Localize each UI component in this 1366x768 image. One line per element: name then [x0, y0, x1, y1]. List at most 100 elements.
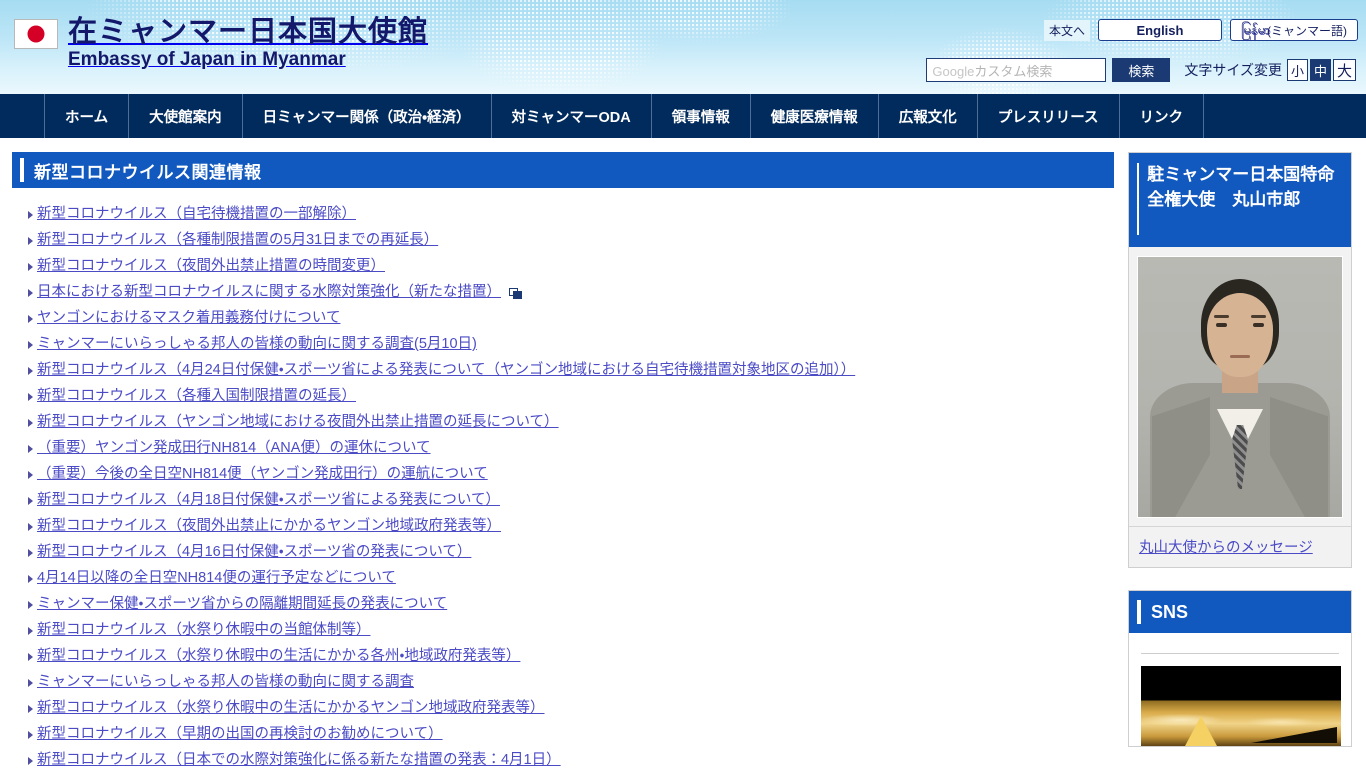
search-placeholder-rest: カスタム検索	[974, 63, 1053, 79]
bullet-arrow-icon	[28, 757, 33, 765]
covid-link[interactable]: 新型コロナウイルス（各種入国制限措置の延長）	[37, 388, 356, 405]
covid-link[interactable]: 新型コロナウイルス（夜間外出禁止措置の時間変更）	[37, 258, 385, 275]
search-bar: Google カスタム検索 検索 文字サイズ変更 小 中 大	[926, 58, 1358, 82]
covid-link[interactable]: 新型コロナウイルス（早期の出国の再検討のお勧めについて）	[37, 726, 443, 743]
list-item: 新型コロナウイルス（4月16日付保健・スポーツ省の発表について）	[0, 540, 1120, 566]
covid-link[interactable]: （重要）今後の全日空NH814便（ヤンゴン発成田行）の運航について	[37, 466, 488, 483]
bullet-arrow-icon	[28, 393, 33, 401]
sidebar: 駐ミャンマー日本国特命全権大使 丸山市郎 丸山大使からのメッセージ SNS	[1128, 138, 1358, 747]
nav-item-press-release[interactable]: プレスリリース	[976, 94, 1119, 138]
font-size-medium-button[interactable]: 中	[1310, 59, 1331, 81]
ambassador-header-accent	[1137, 163, 1140, 235]
ambassador-card-header: 駐ミャンマー日本国特命全権大使 丸山市郎	[1129, 153, 1351, 247]
sns-card-header: SNS	[1129, 591, 1351, 633]
bullet-arrow-icon	[28, 705, 33, 713]
font-size-small-button[interactable]: 小	[1287, 59, 1308, 81]
list-item: 新型コロナウイルス（早期の出国の再検討のお勧めについて）	[0, 722, 1120, 748]
sns-pagoda-photo[interactable]	[1141, 666, 1341, 746]
portrait-face	[1207, 293, 1273, 377]
ambassador-title: 駐ミャンマー日本国特命全権大使 丸山市郎	[1147, 165, 1335, 209]
language-english-button[interactable]: English	[1098, 19, 1222, 41]
list-item: 新型コロナウイルス（夜間外出禁止にかかるヤンゴン地域政府発表等）	[0, 514, 1120, 540]
nav-item-japan-myanmar[interactable]: 日ミャンマー関係（政治・経済）	[241, 94, 491, 138]
list-item: ミャンマーにいらっしゃる邦人の皆様の動向に関する調査	[0, 670, 1120, 696]
site-title-ja: 在ミャンマー日本国大使館	[68, 16, 429, 48]
portrait-brow-left	[1214, 315, 1229, 318]
list-item: 新型コロナウイルス（夜間外出禁止措置の時間変更）	[0, 254, 1120, 280]
covid-link[interactable]: 日本における新型コロナウイルスに関する水際対策強化（新たな措置）	[37, 284, 501, 301]
myanmar-script-glyphs: မြန်မာ မြန်မာ	[1241, 22, 1271, 38]
nav-item-oda[interactable]: 対ミャンマーODA	[490, 94, 651, 138]
portrait-eye-left	[1216, 323, 1227, 327]
list-item: 新型コロナウイルス（各種入国制限措置の延長）	[0, 384, 1120, 410]
covid-link[interactable]: ミャンマー保健・スポーツ省からの隔離期間延長の発表について	[37, 596, 447, 613]
nav-item-consular[interactable]: 領事情報	[650, 94, 750, 138]
nav-item-culture[interactable]: 広報文化	[877, 94, 977, 138]
font-size-label: 文字サイズ変更	[1184, 62, 1282, 78]
covid-link[interactable]: 4月14日以降の全日空NH814便の運行予定などについて	[37, 570, 396, 587]
list-item: 新型コロナウイルス（日本での水際対策強化に係る新たな措置の発表：4月1日）	[0, 748, 1120, 768]
covid-link[interactable]: 新型コロナウイルス（4月16日付保健・スポーツ省の発表について）	[37, 544, 471, 561]
covid-link[interactable]: 新型コロナウイルス（水祭り休暇中の生活にかかる各州・地域政府発表等）	[37, 648, 520, 665]
list-item: ミャンマーにいらっしゃる邦人の皆様の動向に関する調査(5月10日)	[0, 332, 1120, 358]
bullet-arrow-icon	[28, 341, 33, 349]
language-bar: 本文へ English မြန်မာ မြန်မာ (ミャンマー語)	[1043, 19, 1358, 41]
covid-link[interactable]: 新型コロナウイルス（各種制限措置の5月31日までの再延長）	[37, 232, 438, 249]
font-size-control: 文字サイズ変更 小 中 大	[1184, 59, 1358, 81]
covid-link[interactable]: 新型コロナウイルス（4月18日付保健・スポーツ省による発表について）	[37, 492, 500, 509]
bullet-arrow-icon	[28, 653, 33, 661]
ambassador-message-row: 丸山大使からのメッセージ	[1129, 526, 1351, 567]
list-item: 新型コロナウイルス（水祭り休暇中の生活にかかるヤンゴン地域政府発表等）	[0, 696, 1120, 722]
font-size-large-button[interactable]: 大	[1333, 59, 1356, 81]
list-item: ヤンゴンにおけるマスク着用義務付けについて	[0, 306, 1120, 332]
ambassador-message-link[interactable]: 丸山大使からのメッセージ	[1139, 540, 1313, 556]
bullet-arrow-icon	[28, 263, 33, 271]
search-placeholder: Google カスタム検索	[932, 61, 1052, 80]
bullet-arrow-icon	[28, 237, 33, 245]
nav-item-home[interactable]: ホーム	[44, 94, 128, 138]
covid-link[interactable]: 新型コロナウイルス（自宅待機措置の一部解除）	[37, 206, 356, 223]
covid-link[interactable]: 新型コロナウイルス（日本での水際対策強化に係る新たな措置の発表：4月1日）	[37, 752, 561, 768]
nav-item-health-medical[interactable]: 健康医療情報	[749, 94, 878, 138]
bullet-arrow-icon	[28, 471, 33, 479]
bullet-arrow-icon	[28, 523, 33, 531]
bullet-arrow-icon	[28, 679, 33, 687]
page-title: 新型コロナウイルス関連情報	[34, 162, 262, 182]
list-item: 新型コロナウイルス（4月18日付保健・スポーツ省による発表について）	[0, 488, 1120, 514]
list-item: 新型コロナウイルス（4月24日付保健・スポーツ省による発表について（ヤンゴン地域…	[0, 358, 1120, 384]
bullet-arrow-icon	[28, 731, 33, 739]
bullet-arrow-icon	[28, 627, 33, 635]
nav-item-links[interactable]: リンク	[1118, 94, 1205, 138]
list-item: 新型コロナウイルス（各種制限措置の5月31日までの再延長）	[0, 228, 1120, 254]
search-button[interactable]: 検索	[1112, 58, 1171, 82]
covid-link[interactable]: 新型コロナウイルス（水祭り休暇中の生活にかかるヤンゴン地域政府発表等）	[37, 700, 545, 717]
nav-item-embassy-info[interactable]: 大使館案内	[128, 94, 242, 138]
covid-link[interactable]: ミャンマーにいらっしゃる邦人の皆様の動向に関する調査	[37, 674, 414, 691]
bullet-arrow-icon	[28, 497, 33, 505]
bullet-arrow-icon	[28, 211, 33, 219]
site-title-en: Embassy of Japan in Myanmar	[68, 49, 346, 71]
search-placeholder-google: Google	[932, 63, 975, 79]
external-link-icon	[509, 287, 522, 299]
covid-link[interactable]: 新型コロナウイルス（夜間外出禁止にかかるヤンゴン地域政府発表等）	[37, 518, 501, 535]
covid-link[interactable]: ミャンマーにいらっしゃる邦人の皆様の動向に関する調査(5月10日)	[37, 336, 477, 353]
skip-to-content-link[interactable]: 本文へ	[1043, 19, 1090, 41]
section-header: 新型コロナウイルス関連情報	[12, 152, 1114, 188]
page-body: 新型コロナウイルス関連情報 新型コロナウイルス（自宅待機措置の一部解除） 新型コロ…	[0, 138, 1366, 768]
covid-link[interactable]: ヤンゴンにおけるマスク着用義務付けについて	[37, 310, 340, 327]
covid-link[interactable]: （重要）ヤンゴン発成田行NH814（ANA便）の運休について	[37, 440, 431, 457]
bullet-arrow-icon	[28, 419, 33, 427]
bullet-arrow-icon	[28, 289, 33, 297]
covid-link[interactable]: 新型コロナウイルス（ヤンゴン地域における夜間外出禁止措置の延長について）	[37, 414, 559, 431]
site-title-link[interactable]: 在ミャンマー日本国大使館 Embassy of Japan in Myanmar	[68, 16, 428, 72]
language-myanmar-button[interactable]: မြန်မာ မြန်မာ (ミャンマー語)	[1230, 19, 1358, 41]
section-header-accent	[20, 158, 24, 182]
ambassador-portrait-photo	[1137, 256, 1343, 518]
site-header: 在ミャンマー日本国大使館 Embassy of Japan in Myanmar…	[0, 0, 1366, 94]
bullet-arrow-icon	[28, 315, 33, 323]
portrait-mouth	[1230, 355, 1250, 358]
sns-divider	[1141, 653, 1339, 654]
covid-link[interactable]: 新型コロナウイルス（4月24日付保健・スポーツ省による発表について（ヤンゴン地域…	[37, 362, 855, 379]
search-input[interactable]: Google カスタム検索	[926, 58, 1107, 82]
covid-link[interactable]: 新型コロナウイルス（水祭り休暇中の当館体制等）	[37, 622, 371, 639]
